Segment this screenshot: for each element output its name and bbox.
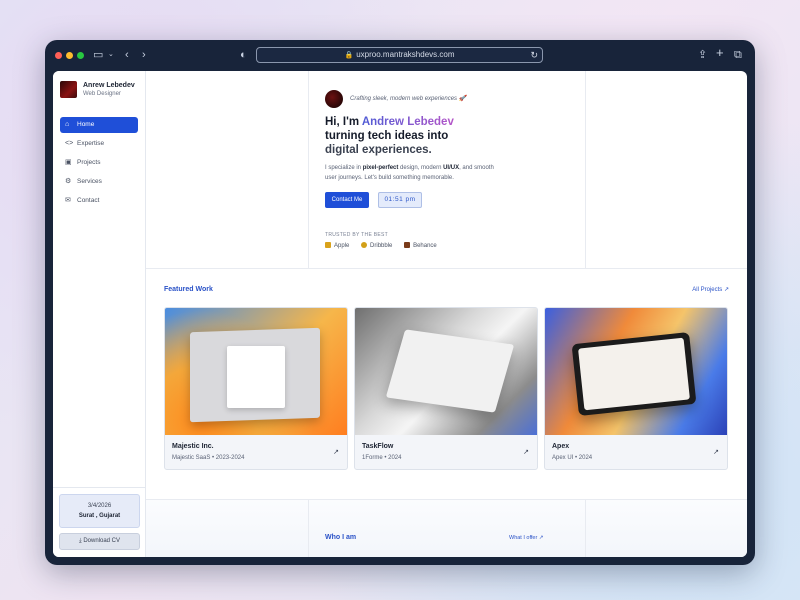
hero-column: Crafting sleek, modern web experiences 🚀…	[308, 71, 586, 269]
download-cv-button[interactable]: ⤓ Download CV	[59, 533, 140, 550]
desc-text: I specialize in	[325, 165, 363, 171]
what-i-offer-link[interactable]: What I offer ↗	[509, 535, 543, 541]
sidebar-item-projects[interactable]: ▣ Projects	[60, 155, 138, 171]
mockup-dialog	[227, 346, 285, 408]
featured-work-title: Featured Work	[164, 286, 213, 293]
sidebar-item-label: Projects	[77, 159, 101, 166]
who-column: Who I am What I offer ↗	[308, 500, 586, 557]
who-i-am-title: Who I am	[325, 534, 357, 541]
web-page: Anrew Lebedev Web Designer ⌂ Home <> Exper…	[53, 71, 747, 557]
zoom-window-button[interactable]	[77, 52, 84, 59]
project-subtitle: 1Forme • 2024	[362, 455, 402, 461]
forward-icon[interactable]: ›	[142, 48, 146, 62]
project-card-taskflow[interactable]: TaskFlow 1Forme • 2024 ↗	[354, 307, 538, 470]
sidebar-nav: ⌂ Home <> Expertise ▣ Projects ⚙ Services ✉ C…	[60, 117, 138, 212]
brand-apple: Apple	[325, 242, 349, 249]
hero-greeting: Hi, I'm	[325, 116, 362, 128]
sidebar-item-home[interactable]: ⌂ Home	[60, 117, 138, 133]
project-title: TaskFlow	[362, 443, 394, 450]
local-time-badge: 01:51 pm	[378, 192, 422, 208]
lock-icon: 🔒	[344, 52, 354, 59]
chevron-down-icon[interactable]: ⌄	[108, 48, 114, 62]
hero-headline: Hi, I'm Andrew Lebedev turning tech idea…	[325, 115, 575, 157]
privacy-shield-icon[interactable]: ◐	[240, 48, 247, 62]
download-cv-label: Download CV	[83, 538, 120, 544]
profile-name: Anrew Lebedev	[83, 82, 135, 89]
close-window-button[interactable]	[55, 52, 62, 59]
mockup-screen	[385, 329, 515, 413]
hero-tagline: Crafting sleek, modern web experiences 🚀	[350, 96, 467, 102]
mail-icon: ✉	[65, 197, 71, 204]
sidebar-item-services[interactable]: ⚙ Services	[60, 174, 138, 190]
browser-titlebar: ▭ ⌄ ‹ › ◐ 🔒 uxproo.mantrakshdevs.com ↻ ⇪ …	[45, 40, 755, 71]
featured-work-section: Featured Work All Projects ↗ Majestic In…	[146, 269, 747, 499]
brand-label: Apple	[334, 243, 350, 249]
project-image	[545, 308, 727, 435]
hero-avatar	[325, 90, 343, 108]
url-text: uxproo.mantrakshdevs.com	[356, 50, 455, 59]
mockup-tablet-screen	[578, 337, 690, 411]
project-subtitle: Apex UI • 2024	[552, 455, 593, 461]
hero-description: I specialize in pixel-perfect design, mo…	[325, 163, 495, 183]
project-subtitle: Majestic SaaS • 2023-2024	[172, 455, 245, 461]
browser-window: ▭ ⌄ ‹ › ◐ 🔒 uxproo.mantrakshdevs.com ↻ ⇪ …	[45, 40, 755, 565]
sidebar-item-contact[interactable]: ✉ Contact	[60, 193, 138, 209]
desc-bold: UI/UX	[443, 165, 460, 171]
services-icon: ⚙	[65, 178, 72, 185]
project-image	[165, 308, 347, 435]
hero-section: Crafting sleek, modern web experiences 🚀…	[146, 71, 747, 269]
hero-name: Andrew Lebedev	[361, 116, 454, 128]
avatar	[60, 81, 77, 98]
arrow-up-right-icon: ↗	[333, 449, 339, 456]
all-projects-link[interactable]: All Projects ↗	[692, 286, 729, 293]
sidebar-item-label: Home	[77, 121, 95, 128]
desc-text: design, modern	[398, 165, 444, 171]
sidebar: Anrew Lebedev Web Designer ⌂ Home <> Exper…	[53, 71, 146, 557]
hero-line-3: digital experiences.	[325, 144, 432, 156]
hero-line-2: turning tech ideas into	[325, 130, 449, 142]
sidebar-footer: 3/4/2026 Surat , Gujarat ⤓ Download CV	[53, 487, 146, 557]
brand-dribbble: Dribbble	[361, 242, 392, 249]
brand-behance: Behance	[404, 242, 437, 249]
code-icon: <>	[65, 140, 74, 147]
sidebar-item-expertise[interactable]: <> Expertise	[60, 136, 138, 152]
apple-icon	[325, 242, 331, 248]
briefcase-icon: ▣	[65, 159, 72, 166]
arrow-up-right-icon: ↗	[523, 449, 529, 456]
trusted-heading: TRUSTED BY THE BEST	[325, 232, 389, 238]
project-card-majestic[interactable]: Majestic Inc. Majestic SaaS • 2023-2024 …	[164, 307, 348, 470]
arrow-up-right-icon: ↗	[713, 449, 719, 456]
project-image	[355, 308, 537, 435]
profile-role: Web Designer	[83, 91, 121, 97]
dribbble-icon	[361, 242, 368, 248]
who-i-am-section: Who I am What I offer ↗	[146, 499, 747, 557]
brand-label: Dribbble	[370, 243, 393, 249]
address-bar[interactable]: 🔒 uxproo.mantrakshdevs.com ↻	[256, 47, 543, 63]
sidebar-item-label: Expertise	[77, 140, 105, 147]
desc-bold: pixel-perfect	[362, 165, 399, 171]
behance-icon	[404, 242, 411, 248]
project-card-apex[interactable]: Apex Apex UI • 2024 ↗	[544, 307, 728, 470]
brand-list: Apple Dribbble Behance	[325, 242, 447, 249]
sidebar-item-label: Services	[77, 178, 102, 185]
brand-label: Behance	[413, 243, 437, 249]
back-icon[interactable]: ‹	[125, 48, 129, 62]
current-location: Surat , Gujarat	[78, 513, 121, 519]
tabs-overview-icon[interactable]: ⧉	[734, 48, 742, 62]
minimize-window-button[interactable]	[66, 52, 73, 59]
reload-icon[interactable]: ↻	[530, 48, 538, 62]
share-icon[interactable]: ⇪	[698, 48, 707, 62]
main-content: Crafting sleek, modern web experiences 🚀…	[146, 71, 747, 557]
project-title: Apex	[552, 443, 570, 450]
new-tab-icon[interactable]: +	[716, 46, 724, 60]
current-date: 3/4/2026	[87, 503, 112, 509]
contact-me-button[interactable]: Contact Me	[325, 192, 369, 208]
home-icon: ⌂	[65, 121, 70, 128]
location-card: 3/4/2026 Surat , Gujarat	[59, 494, 140, 528]
sidebar-item-label: Contact	[77, 197, 100, 204]
project-title: Majestic Inc.	[172, 443, 214, 450]
sidebar-toggle-icon[interactable]: ▭	[93, 48, 103, 62]
